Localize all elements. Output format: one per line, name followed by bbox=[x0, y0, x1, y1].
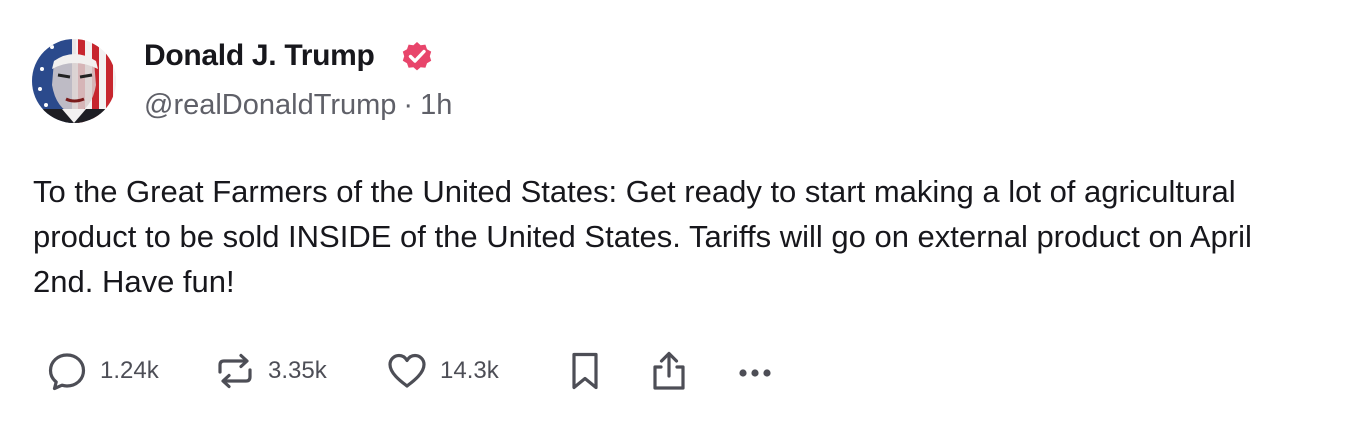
more-options-button[interactable] bbox=[734, 350, 776, 392]
author-avatar[interactable] bbox=[32, 39, 116, 123]
repost-button[interactable]: 3.35k bbox=[214, 350, 386, 392]
post-card: Donald J. Trump @realDonaldTrump · 1h To t… bbox=[0, 0, 1358, 442]
like-button[interactable]: 14.3k bbox=[386, 350, 564, 392]
more-dots-icon bbox=[734, 350, 776, 392]
share-button[interactable] bbox=[648, 350, 734, 392]
share-icon bbox=[648, 350, 690, 392]
verified-badge-icon bbox=[402, 42, 432, 71]
author-name[interactable]: Donald J. Trump bbox=[144, 38, 375, 74]
action-bar: 1.24k 3.35k 14.3k bbox=[46, 348, 776, 394]
post-body: To the Great Farmers of the United State… bbox=[33, 174, 1252, 299]
post-timestamp[interactable]: 1h bbox=[420, 89, 452, 121]
heart-icon bbox=[386, 350, 428, 392]
like-count: 14.3k bbox=[440, 357, 499, 384]
author-handle[interactable]: @realDonaldTrump bbox=[144, 89, 396, 121]
reply-button[interactable]: 1.24k bbox=[46, 350, 214, 392]
avatar-image bbox=[32, 39, 116, 123]
reply-count: 1.24k bbox=[100, 357, 159, 384]
repost-icon bbox=[214, 350, 256, 392]
post-meta: @realDonaldTrump · 1h bbox=[144, 87, 452, 123]
repost-count: 3.35k bbox=[268, 357, 327, 384]
meta-separator: · bbox=[403, 89, 414, 121]
bookmark-button[interactable] bbox=[564, 350, 648, 392]
bookmark-icon bbox=[564, 350, 606, 392]
reply-icon bbox=[46, 350, 88, 392]
